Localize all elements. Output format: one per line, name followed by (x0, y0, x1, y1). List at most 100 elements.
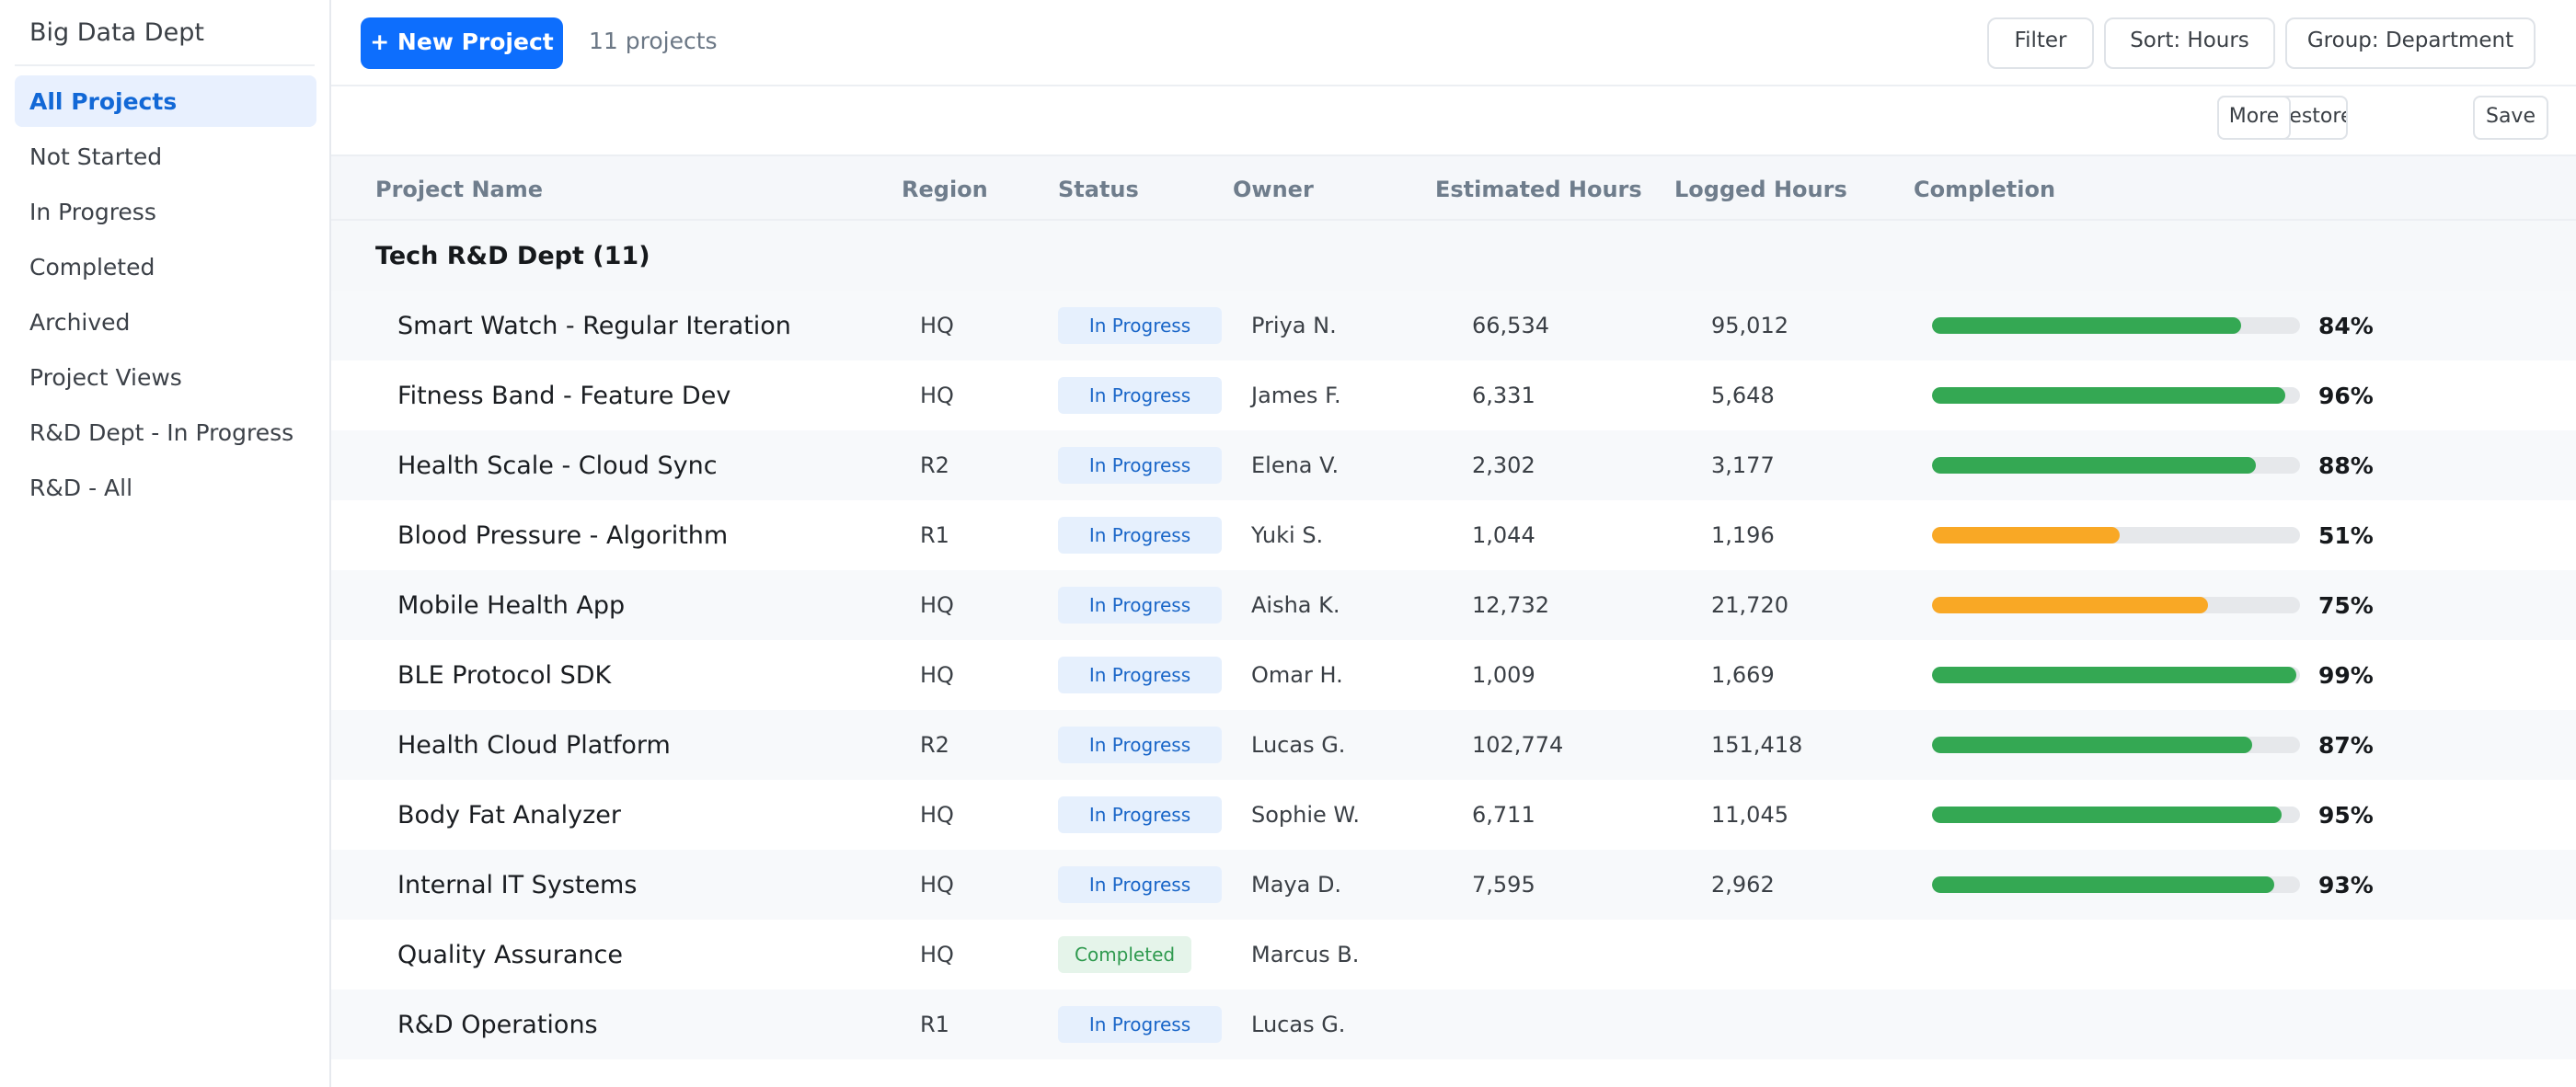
completion-percent: 93% (2318, 871, 2374, 898)
status-badge: In Progress (1058, 517, 1222, 554)
progress-fill (1932, 527, 2120, 544)
progress-fill (1932, 876, 2274, 893)
table-row[interactable]: Blood Pressure - Algorithm R1 In Progres… (331, 500, 2576, 570)
progress-track (1932, 737, 2300, 753)
project-name: Health Scale - Cloud Sync (397, 451, 718, 480)
view-toolbar: ut Restore More Save (331, 88, 2576, 154)
status-badge: In Progress (1058, 1006, 1222, 1043)
logged-hours-cell: 2,962 (1711, 872, 1775, 898)
owner-cell: Lucas G. (1251, 1012, 1346, 1037)
logged-hours-cell: 1,669 (1711, 662, 1775, 688)
sidebar-divider (15, 64, 315, 66)
region-cell: HQ (920, 802, 954, 828)
owner-cell: Priya N. (1251, 313, 1337, 338)
sidebar-item-project-views[interactable]: Project Views (15, 351, 316, 403)
progress-fill (1932, 457, 2256, 474)
estimated-hours-cell: 1,009 (1472, 662, 1535, 688)
table-row[interactable]: Quality Assurance HQ Completed Marcus B. (331, 920, 2576, 990)
sidebar-item-archived[interactable]: Archived (15, 296, 316, 348)
region-cell: HQ (920, 592, 954, 618)
estimated-hours-cell: 2,302 (1472, 452, 1535, 478)
project-name: Mobile Health App (397, 590, 626, 620)
estimated-hours-cell: 1,044 (1472, 522, 1535, 548)
project-name: Body Fat Analyzer (397, 800, 621, 830)
group-header[interactable]: Tech R&D Dept (11) (331, 221, 2576, 291)
sidebar-item-in-progress[interactable]: In Progress (15, 186, 316, 237)
column-header-estimated-hours[interactable]: Estimated Hours (1435, 156, 1642, 223)
completion-percent: 95% (2318, 801, 2374, 829)
owner-cell: Sophie W. (1251, 802, 1361, 828)
completion-percent: 88% (2318, 452, 2374, 479)
status-cell: In Progress (1058, 430, 1222, 500)
estimated-hours-cell: 7,595 (1472, 872, 1535, 898)
status-cell: In Progress (1058, 710, 1222, 780)
completion-bar (1932, 500, 2300, 570)
more-button[interactable]: More (2217, 96, 2291, 140)
project-name: Fitness Band - Feature Dev (397, 381, 731, 410)
region-cell: HQ (920, 662, 954, 688)
table-body: Smart Watch - Regular Iteration HQ In Pr… (331, 291, 2576, 1059)
project-name: Blood Pressure - Algorithm (397, 521, 729, 550)
progress-fill (1932, 387, 2285, 404)
region-cell: R2 (920, 732, 949, 758)
status-badge: In Progress (1058, 377, 1222, 414)
status-badge: In Progress (1058, 796, 1222, 833)
status-badge: Completed (1058, 936, 1192, 973)
progress-track (1932, 317, 2300, 334)
region-cell: R1 (920, 522, 949, 548)
logged-hours-cell: 1,196 (1711, 522, 1775, 548)
project-name: Smart Watch - Regular Iteration (397, 311, 791, 340)
table-row[interactable]: Health Cloud Platform R2 In Progress Luc… (331, 710, 2576, 780)
progress-track (1932, 457, 2300, 474)
logged-hours-cell: 3,177 (1711, 452, 1775, 478)
owner-cell: Yuki S. (1251, 522, 1324, 548)
sidebar-item-completed[interactable]: Completed (15, 241, 316, 292)
group-label: Tech R&D Dept (11) (375, 241, 650, 270)
column-header-completion[interactable]: Completion (1914, 156, 2055, 223)
group-button[interactable]: Group: Department (2285, 17, 2536, 69)
table-row[interactable]: Smart Watch - Regular Iteration HQ In Pr… (331, 291, 2576, 360)
completion-bar (1932, 850, 2300, 920)
table-row[interactable]: BLE Protocol SDK HQ In Progress Omar H. … (331, 640, 2576, 710)
sidebar-item-not-started[interactable]: Not Started (15, 131, 316, 182)
owner-cell: James F. (1251, 383, 1341, 408)
column-header-logged-hours[interactable]: Logged Hours (1674, 156, 1847, 223)
completion-bar (1932, 570, 2300, 640)
sidebar-item-rd-in-progress[interactable]: R&D Dept - In Progress (15, 406, 316, 458)
status-cell: In Progress (1058, 360, 1222, 430)
sidebar-item-rd-all[interactable]: R&D - All (15, 462, 316, 513)
table-row[interactable]: Internal IT Systems HQ In Progress Maya … (331, 850, 2576, 920)
sort-button[interactable]: Sort: Hours (2104, 17, 2275, 69)
top-toolbar: + New Project 11 projects Filter Sort: H… (331, 0, 2576, 86)
column-header-owner[interactable]: Owner (1233, 156, 1314, 223)
status-badge: In Progress (1058, 587, 1222, 624)
estimated-hours-cell: 102,774 (1472, 732, 1564, 758)
filter-button[interactable]: Filter (1987, 17, 2094, 69)
status-cell: In Progress (1058, 780, 1222, 850)
region-cell: HQ (920, 383, 954, 408)
project-name: Health Cloud Platform (397, 730, 671, 760)
completion-percent: 51% (2318, 521, 2374, 549)
project-count: 11 projects (589, 28, 718, 54)
table-row[interactable]: Body Fat Analyzer HQ In Progress Sophie … (331, 780, 2576, 850)
table-row[interactable]: R&D Operations R1 In Progress Lucas G. (331, 990, 2576, 1059)
save-button[interactable]: Save (2473, 96, 2548, 140)
table-header: Project Name Region Status Owner Estimat… (331, 154, 2576, 221)
region-cell: HQ (920, 313, 954, 338)
owner-cell: Maya D. (1251, 872, 1342, 898)
logged-hours-cell: 95,012 (1711, 313, 1788, 338)
project-name: R&D Operations (397, 1010, 598, 1039)
column-header-project-name[interactable]: Project Name (375, 156, 543, 223)
column-header-region[interactable]: Region (902, 156, 988, 223)
project-name: Quality Assurance (397, 940, 623, 969)
status-cell: In Progress (1058, 850, 1222, 920)
column-header-status[interactable]: Status (1058, 156, 1139, 223)
progress-fill (1932, 807, 2282, 823)
table-row[interactable]: Mobile Health App HQ In Progress Aisha K… (331, 570, 2576, 640)
status-cell: In Progress (1058, 291, 1222, 360)
table-row[interactable]: Fitness Band - Feature Dev HQ In Progres… (331, 360, 2576, 430)
new-project-button[interactable]: + New Project (361, 17, 563, 69)
progress-track (1932, 387, 2300, 404)
sidebar-item-all-projects[interactable]: All Projects (15, 75, 316, 127)
table-row[interactable]: Health Scale - Cloud Sync R2 In Progress… (331, 430, 2576, 500)
